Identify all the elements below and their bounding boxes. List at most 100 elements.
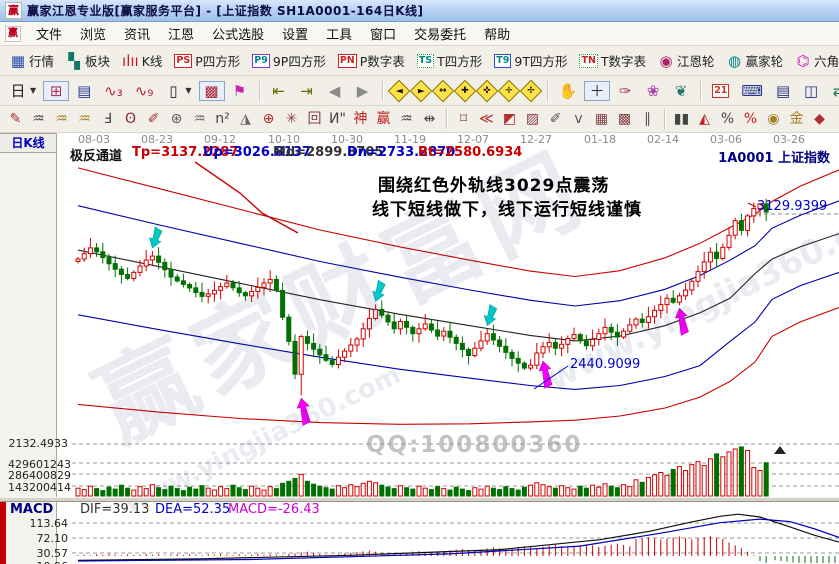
menu-item[interactable]: 文件 — [27, 22, 71, 45]
menu-item[interactable]: 交易委托 — [405, 22, 475, 45]
wave-9-button[interactable]: ∿₉ — [130, 81, 159, 101]
t9-square-button[interactable]: T99T四方形 — [489, 49, 572, 72]
gold-grid-tool-1[interactable]: ♒ — [51, 108, 72, 130]
menu-item[interactable]: 资讯 — [115, 22, 159, 45]
p9-square-button[interactable]: P99P四方形 — [247, 49, 331, 72]
menu-item[interactable]: 设置 — [273, 22, 317, 45]
volume-bar — [367, 481, 371, 496]
menu-item[interactable]: 窗口 — [361, 22, 405, 45]
drag-hand-button[interactable]: ✋ — [554, 81, 583, 101]
zoom-out-button[interactable]: ✜ — [475, 79, 498, 102]
golden-line-tool[interactable]: 金 — [786, 108, 807, 130]
line-draw-tool[interactable]: ✐ — [545, 108, 566, 130]
first-bar-button[interactable]: ⇤ — [266, 81, 292, 101]
macd-dea-value: DEA=52.35 — [155, 502, 230, 517]
sync-button[interactable]: ⇄ — [826, 81, 839, 101]
pan-left-button[interactable]: ◄ — [387, 79, 410, 102]
toolbar-separator — [700, 81, 701, 101]
percent-line-tool[interactable]: % — [740, 108, 761, 130]
quotes-button[interactable]: ▦行情 — [5, 49, 59, 72]
adjust-tool[interactable]: ◆ — [809, 108, 830, 130]
notebook-button[interactable]: ▤ — [770, 81, 796, 101]
compress-button[interactable]: ✛ — [497, 79, 520, 102]
calendar-button[interactable]: 21 — [707, 82, 734, 100]
volume-profile-tool[interactable]: ▮▮ — [671, 108, 692, 130]
volume-bar — [336, 486, 340, 496]
trend-mark-tool[interactable]: И" — [327, 108, 348, 130]
single-kline-dropdown[interactable]: ▯▼ — [160, 81, 196, 101]
multi-chart-button[interactable]: ⊞ — [43, 81, 69, 101]
last-bar-button[interactable]: ⇥ — [294, 81, 320, 101]
menu-item[interactable]: 江恩 — [159, 22, 203, 45]
volume-bar — [88, 486, 92, 496]
pan-right-button[interactable]: ► — [409, 79, 432, 102]
next-bar-button[interactable]: ▶ — [350, 81, 376, 101]
t-square-button[interactable]: TST四方形 — [412, 49, 487, 72]
n-square-tool[interactable]: n² — [212, 108, 233, 130]
gann-wheel-button[interactable]: ◉江恩轮 — [653, 49, 720, 72]
menu-item[interactable]: 工具 — [317, 22, 361, 45]
wave-3-button[interactable]: ∿₃ — [99, 81, 128, 101]
fan-shade-tool[interactable]: ◩ — [499, 108, 520, 130]
fan-rays-tool[interactable]: ≪ — [476, 108, 497, 130]
shape-tool-button[interactable]: ❀ — [640, 81, 666, 101]
period-day-dropdown[interactable]: 日▼ — [5, 81, 41, 101]
p-table-button[interactable]: PNP数字表 — [333, 49, 410, 72]
price-ruler-tool[interactable]: Ⅎ — [97, 108, 118, 130]
star-target-tool[interactable]: ✳ — [281, 108, 302, 130]
menu-item[interactable]: 浏览 — [71, 22, 115, 45]
hexagon-button[interactable]: ⌬六角形 — [790, 49, 839, 72]
gann-grid-tool[interactable]: ♒ — [28, 108, 49, 130]
percent-tool[interactable]: % — [717, 108, 738, 130]
tab-daily-kline[interactable]: 日K线 — [0, 133, 57, 153]
calendar-icon: 21 — [712, 84, 729, 98]
gann-frame-button[interactable]: ▩ — [199, 81, 225, 101]
volume-bar — [485, 486, 489, 496]
grid-b-tool[interactable]: ▩ — [614, 108, 635, 130]
rotate-grid-tool[interactable]: ▨ — [522, 108, 543, 130]
candle-body — [442, 331, 446, 336]
frame-tool[interactable]: ⌑ — [453, 108, 474, 130]
parallel-lines-tool[interactable]: ∥ — [637, 108, 658, 130]
menu-item[interactable]: 公式选股 — [203, 22, 273, 45]
chart-area[interactable]: 日K线 赢家财富网 www.yingjia360.com www.yingjia… — [0, 133, 839, 564]
fine-grid-tool[interactable]: ♒ — [189, 108, 210, 130]
angle-tool[interactable]: ◮ — [235, 108, 256, 130]
p-square-button[interactable]: PSP四方形 — [169, 49, 245, 72]
pn-badge-icon: PN — [338, 54, 357, 68]
circle-ruler-tool[interactable]: ⊛ — [166, 108, 187, 130]
sectors-button[interactable]: ▚板块 — [61, 49, 115, 72]
prev-bar-button[interactable]: ◀ — [322, 81, 348, 101]
color-chart-button[interactable]: ⚑ — [227, 81, 253, 101]
golden-circle-tool[interactable]: ◉ — [763, 108, 784, 130]
candle-body — [566, 339, 570, 345]
red-pencil-grid-tool[interactable]: ✐ — [143, 108, 164, 130]
percent-loss-tool[interactable]: ◭ — [694, 108, 715, 130]
shen-tool[interactable]: 神 — [350, 108, 371, 130]
calculator-button[interactable]: ⌨ — [736, 81, 768, 101]
time-ruler-tool[interactable]: ♒ — [396, 108, 417, 130]
winner-wheel-button[interactable]: ◍赢家轮 — [722, 49, 789, 72]
mark-tool-button[interactable]: ✑ — [612, 81, 638, 101]
v-shape-tool[interactable]: ⅴ — [568, 108, 589, 130]
menu-item[interactable]: 帮助 — [475, 22, 519, 45]
spiral-tool[interactable]: ʘ — [120, 108, 141, 130]
toolbar-button-label: 9T四方形 — [514, 51, 567, 70]
save-button[interactable]: ◫ — [798, 81, 824, 101]
fit-view-button[interactable]: ✢ — [519, 79, 542, 102]
span-ruler-tool[interactable]: ⇹ — [419, 108, 440, 130]
grid-a-tool[interactable]: ▦ — [591, 108, 612, 130]
crosshair-button[interactable]: ＋ — [584, 81, 610, 101]
kline-button[interactable]: ılııK线 — [117, 49, 167, 72]
t-table-button[interactable]: TNT数字表 — [574, 49, 651, 72]
info-panel-button[interactable]: ▤ — [71, 81, 97, 101]
brain-tool-button[interactable]: ❦ — [668, 81, 694, 101]
square-target-tool[interactable]: 回 — [304, 108, 325, 130]
pencil-tool[interactable]: ✎ — [5, 108, 26, 130]
gold-grid-tool-2[interactable]: ♒ — [74, 108, 95, 130]
zoom-in-button[interactable]: ✚ — [453, 79, 476, 102]
ying-tool[interactable]: 赢 — [373, 108, 394, 130]
circle-target-tool[interactable]: ⊕ — [258, 108, 279, 130]
expand-horizontal-button[interactable]: ↔ — [431, 79, 454, 102]
volume-bar — [436, 487, 440, 496]
